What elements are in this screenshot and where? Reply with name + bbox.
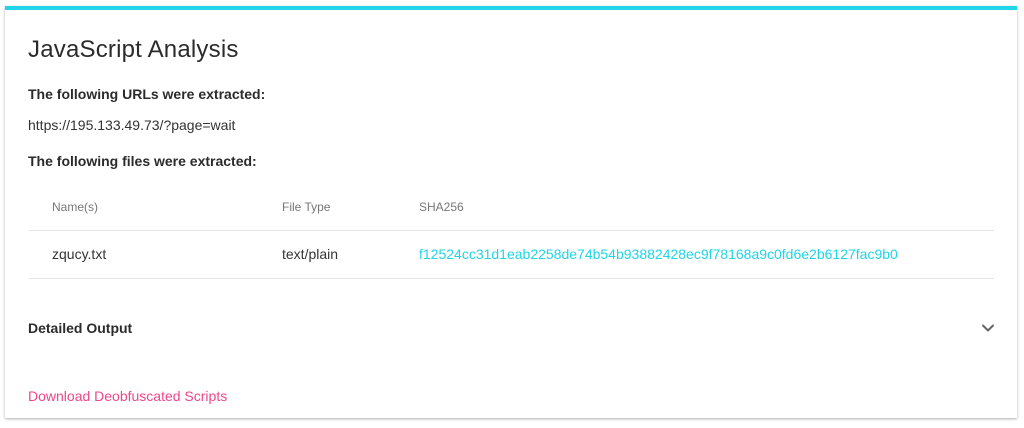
javascript-analysis-panel: JavaScript Analysis The following URLs w… (5, 6, 1017, 418)
file-name: zqucy.txt (52, 246, 107, 262)
urls-heading: The following URLs were extracted: (28, 86, 266, 102)
column-header-file-type: File Type (282, 200, 331, 214)
column-header-sha256: SHA256 (419, 200, 464, 214)
table-header: Name(s) File Type SHA256 (29, 188, 994, 231)
download-deobfuscated-scripts-link[interactable]: Download Deobfuscated Scripts (28, 388, 227, 404)
files-heading: The following files were extracted: (28, 153, 257, 169)
panel-title: JavaScript Analysis (28, 36, 239, 63)
sha256-link[interactable]: f12524cc31d1eab2258de74b54b93882428ec9f7… (419, 246, 898, 262)
extracted-url: https://195.133.49.73/?page=wait (28, 117, 236, 133)
detailed-output-toggle[interactable]: Detailed Output (5, 306, 1017, 346)
table-row: zqucy.txt text/plain f12524cc31d1eab2258… (29, 231, 994, 279)
extracted-files-table: Name(s) File Type SHA256 zqucy.txt text/… (29, 188, 994, 279)
detailed-output-label: Detailed Output (28, 320, 133, 336)
column-header-name: Name(s) (52, 200, 99, 214)
file-type: text/plain (282, 246, 339, 262)
chevron-down-icon[interactable] (981, 321, 995, 335)
